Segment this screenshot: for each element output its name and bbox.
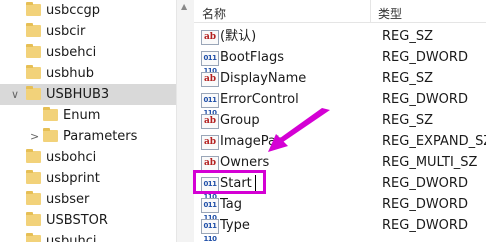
annotation-arrow xyxy=(268,108,330,152)
arrow-shaft xyxy=(280,108,330,142)
